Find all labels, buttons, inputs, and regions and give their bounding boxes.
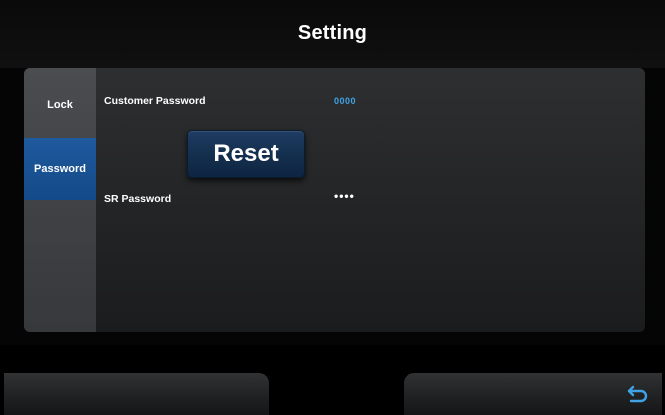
sidebar-item-password[interactable]: Password [24,138,96,200]
customer-password-label: Customer Password [104,95,206,107]
header-bar: Setting [0,0,665,68]
back-button[interactable] [404,373,662,415]
settings-screen: Setting Lock Password Customer Password … [0,0,665,415]
sidebar-item-label: Lock [47,99,73,111]
customer-password-value[interactable]: 0000 [334,96,356,106]
sr-password-value[interactable]: •••• [334,189,355,203]
sidebar-item-label: Password [34,163,86,175]
back-arrow-icon [627,385,648,403]
reset-button[interactable]: Reset [187,130,305,178]
bottom-left-button[interactable] [4,373,269,415]
sidebar: Lock Password [24,68,96,332]
page-title: Setting [297,22,368,44]
settings-panel: Lock Password Customer Password 0000 Res… [24,68,645,332]
sidebar-item-lock[interactable]: Lock [24,74,96,136]
sr-password-label: SR Password [104,193,172,205]
password-content: Customer Password 0000 Reset SR Password… [96,68,645,332]
